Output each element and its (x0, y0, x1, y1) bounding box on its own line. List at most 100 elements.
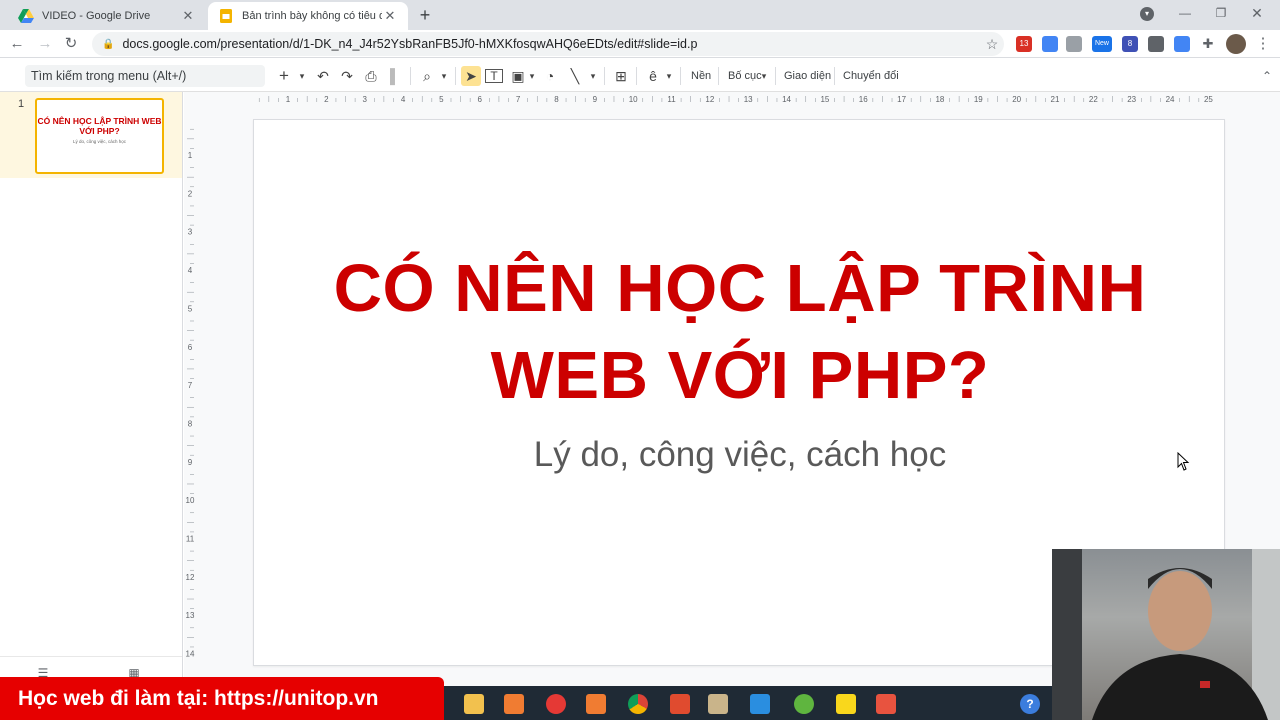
vscode-icon[interactable] (750, 694, 770, 714)
add-comment-icon[interactable]: ⊞ (612, 66, 630, 86)
zoom-icon[interactable]: ⌕ (418, 66, 436, 86)
address-bar[interactable]: 🔒 docs.google.com/presentation/d/1-DK_n4… (92, 32, 1004, 56)
transition-button[interactable]: Chuyển đổi (843, 66, 899, 86)
ruler-tick-label: 6 (188, 343, 193, 352)
chevron-down-icon[interactable]: ▾ (759, 66, 769, 86)
tab-search-icon[interactable]: ▾ (1140, 7, 1154, 21)
ruler-tick-label: 1 (286, 95, 291, 104)
background-button[interactable]: Nền (691, 66, 711, 86)
image-icon[interactable]: ▣ (509, 66, 527, 86)
text-style-icon[interactable]: ê (644, 66, 662, 86)
code-extension-icon[interactable] (1066, 36, 1082, 52)
ruler-tick-label: 20 (1012, 95, 1021, 104)
new-extension-icon[interactable]: New (1092, 36, 1112, 52)
tab-title: Bản trình bày không có tiêu đề - (242, 10, 382, 22)
badge-new: New (1094, 40, 1109, 47)
app-icon[interactable] (794, 694, 814, 714)
ruler-tick-label: 22 (1089, 95, 1098, 104)
tab-google-slides[interactable]: Bản trình bày không có tiêu đề - ✕ (208, 2, 408, 30)
tab-title: VIDEO - Google Drive (42, 10, 151, 22)
close-window-button[interactable]: ✕ (1240, 0, 1274, 28)
slide-subtitle[interactable]: Lý do, công việc, cách học (254, 433, 1226, 477)
ruler-tick-label: 13 (744, 95, 753, 104)
ruler-tick-label: 6 (478, 95, 483, 104)
ruler-tick-label: 14 (186, 650, 195, 659)
ruler-tick-label: 19 (974, 95, 983, 104)
gear-extension-icon[interactable]: 8 (1122, 36, 1138, 52)
toolbar-divider (718, 67, 719, 85)
browser-tab-strip: VIDEO - Google Drive ✕ Bản trình bày khô… (0, 0, 1280, 30)
reload-button[interactable]: ↻ (60, 33, 82, 55)
collapse-toolbar-icon[interactable]: ⌃ (1258, 66, 1276, 86)
tomato-timer-icon[interactable] (546, 694, 566, 714)
ruler-tick-label: 1 (188, 151, 193, 160)
ruler-tick-label: 5 (439, 95, 444, 104)
toolbar-divider (604, 67, 605, 85)
slide-thumbnail[interactable]: CÓ NÊN HỌC LẬP TRÌNH WEB VỚI PHP? Lý do,… (35, 98, 164, 174)
line-icon[interactable]: ╲ (566, 66, 584, 86)
ruler-tick-label: 12 (705, 95, 714, 104)
ruler-tick-label: 13 (186, 611, 195, 620)
bookmark-star-icon[interactable]: ☆ (980, 36, 1004, 53)
paint-format-icon[interactable]: ▌ (386, 66, 404, 86)
ruler-tick-label: 15 (820, 95, 829, 104)
layout-button[interactable]: Bố cục (728, 66, 762, 86)
ruler-tick-label: 21 (1051, 95, 1060, 104)
ruler-tick-label: 7 (188, 381, 193, 390)
filmstrip-slide-1[interactable]: 1 CÓ NÊN HỌC LẬP TRÌNH WEB VỚI PHP? Lý d… (0, 92, 182, 178)
redo-icon[interactable]: ↷ (338, 66, 356, 86)
maximize-button[interactable]: ❐ (1204, 0, 1238, 28)
xampp-icon[interactable] (504, 694, 524, 714)
chevron-down-icon[interactable]: ▾ (664, 66, 674, 86)
back-button[interactable]: ← (6, 33, 28, 55)
sticky-notes-icon[interactable] (836, 694, 856, 714)
extension-icon[interactable] (1148, 36, 1164, 52)
ruler-tick-label: 18 (935, 95, 944, 104)
vertical-ruler[interactable]: 1234567891011121314 (185, 118, 195, 698)
avatar[interactable] (1226, 34, 1246, 54)
close-tab-icon[interactable]: ✕ (382, 8, 398, 24)
theme-button[interactable]: Giao diện (784, 66, 831, 86)
xampp-icon[interactable] (586, 694, 606, 714)
new-slide-plus-icon[interactable]: + (276, 66, 292, 86)
tab-google-drive[interactable]: VIDEO - Google Drive ✕ (8, 2, 206, 30)
ruler-tick-label: 11 (667, 95, 676, 104)
lock-icon: 🔒 (102, 38, 115, 50)
app-icon[interactable] (670, 694, 690, 714)
chevron-down-icon[interactable]: ▾ (527, 66, 537, 86)
shape-icon[interactable]: ◔ (541, 66, 559, 86)
forward-button[interactable]: → (34, 33, 56, 55)
minimize-button[interactable]: — (1168, 0, 1202, 28)
chevron-down-icon[interactable]: ▾ (438, 66, 450, 86)
browser-navigation-bar: ← → ↻ 🔒 docs.google.com/presentation/d/1… (0, 30, 1280, 58)
close-tab-icon[interactable]: ✕ (180, 8, 196, 24)
help-icon[interactable]: ? (1020, 694, 1040, 714)
more-menu-icon[interactable]: ⋮ (1252, 33, 1274, 55)
print-icon[interactable]: ⎙ (362, 66, 380, 86)
horizontal-ruler[interactable]: 1 2 3 4 5 6 7 8 9 10 11 12 13 14 15 16 17 18 19 20 21 22 23 24 2… (252, 94, 1280, 104)
slide-title[interactable]: CÓ NÊN HỌC LẬP TRÌNH WEB VỚI PHP? (254, 245, 1226, 419)
chevron-down-icon[interactable]: ▾ (588, 66, 598, 86)
presenter-video-image (1052, 549, 1280, 720)
toolbar-divider (680, 67, 681, 85)
extension-icon[interactable] (1042, 36, 1058, 52)
filmstrip-panel: 1 CÓ NÊN HỌC LẬP TRÌNH WEB VỚI PHP? Lý d… (0, 92, 183, 686)
menu-search-input[interactable] (25, 65, 265, 87)
calendar-extension-icon[interactable]: 13 (1016, 36, 1032, 52)
ruler-tick-label: 3 (362, 95, 367, 104)
camtasia-icon[interactable] (876, 694, 896, 714)
puzzle-extensions-icon[interactable]: ✚ (1200, 36, 1216, 52)
toolbar-divider (775, 67, 776, 85)
select-cursor-icon[interactable]: ➤ (461, 66, 481, 86)
media-player-icon[interactable] (708, 694, 728, 714)
file-explorer-icon[interactable] (464, 694, 484, 714)
chrome-icon[interactable] (628, 694, 648, 714)
ruler-tick-label: 12 (186, 573, 195, 582)
chevron-down-icon[interactable]: ▾ (296, 66, 308, 86)
new-tab-button[interactable]: + (414, 4, 436, 26)
undo-icon[interactable]: ↶ (314, 66, 332, 86)
translate-extension-icon[interactable] (1174, 36, 1190, 52)
webcam-overlay (1052, 549, 1280, 720)
text-box-icon[interactable]: T (485, 69, 503, 83)
ruler-tick-label: 11 (186, 535, 195, 544)
